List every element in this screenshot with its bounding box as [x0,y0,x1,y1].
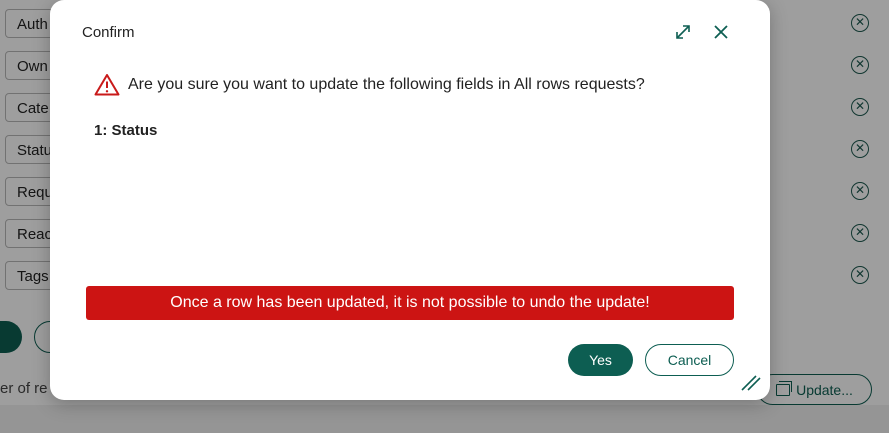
confirm-dialog: Confirm Are you sure you want to update … [50,0,770,400]
confirm-question: Are you sure you want to update the foll… [128,76,645,93]
yes-button[interactable]: Yes [568,344,633,376]
updated-field-item: 1: Status [94,122,158,139]
close-icon[interactable] [711,22,731,42]
warning-triangle-icon [94,73,120,96]
cancel-button[interactable]: Cancel [645,344,734,376]
expand-icon[interactable] [673,22,693,42]
dialog-title: Confirm [82,24,135,41]
warning-banner: Once a row has been updated, it is not p… [86,286,734,320]
resize-handle-icon[interactable] [740,372,762,392]
